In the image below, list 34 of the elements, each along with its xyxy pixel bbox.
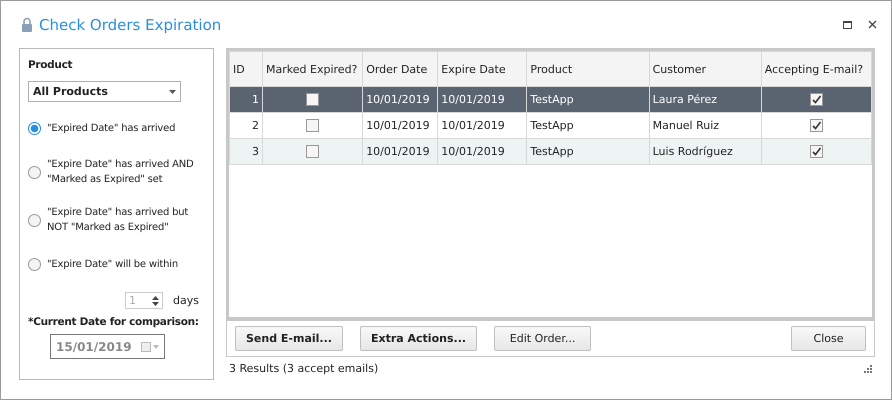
column-header[interactable]: ID (230, 52, 263, 86)
column-header[interactable]: Expire Date (438, 52, 527, 86)
date-label: *Current Date for comparison: (28, 316, 199, 328)
window-title: Check Orders Expiration (39, 16, 222, 34)
product-label: Product (28, 59, 74, 71)
option-label: "Expire Date" has arrived but NOT "Marked as Expired" (47, 206, 190, 235)
days-label: days (173, 294, 199, 307)
table-cell: Laura Pérez (649, 86, 762, 112)
table-row[interactable]: 1 10/01/2019 10/01/2019 TestApp Laura Pérez (230, 86, 872, 112)
table-row[interactable]: 3 10/01/2019 10/01/2019 TestApp Luis Rodríguez (230, 138, 872, 164)
column-header[interactable]: Accepting E-mail? (761, 52, 872, 86)
table-cell: 3 (230, 138, 263, 164)
table-cell: TestApp (526, 86, 650, 112)
column-header[interactable]: Order Date (362, 52, 438, 86)
close-button[interactable]: Close (791, 326, 866, 351)
table-cell: 10/01/2019 (438, 86, 527, 112)
table-cell: 10/01/2019 (362, 138, 438, 164)
status-text: 3 Results (3 accept emails) (229, 362, 378, 374)
table-cell: Luis Rodríguez (649, 138, 762, 164)
table-cell: TestApp (526, 138, 650, 164)
table-cell: 10/01/2019 (438, 138, 527, 164)
table-cell: 1 (230, 86, 263, 112)
product-dropdown[interactable]: All Products (28, 81, 181, 102)
date-field[interactable]: 15/01/2019 (50, 334, 165, 359)
option-label: "Expire Date" will be within (47, 258, 178, 272)
column-header[interactable]: Marked Expired? (262, 52, 363, 86)
column-header[interactable]: Product (526, 52, 650, 86)
action-button[interactable]: Extra Actions... (360, 326, 478, 351)
table-cell: 10/01/2019 (362, 86, 438, 112)
action-button[interactable]: Edit Order... (494, 326, 592, 351)
option-label: "Expired Date" has arrived (47, 122, 176, 136)
option-label: "Expire Date" has arrived AND "Marked as Expired" set (47, 158, 194, 187)
column-header[interactable]: Customer (649, 52, 762, 86)
action-button[interactable]: Send E-mail... (235, 326, 343, 351)
